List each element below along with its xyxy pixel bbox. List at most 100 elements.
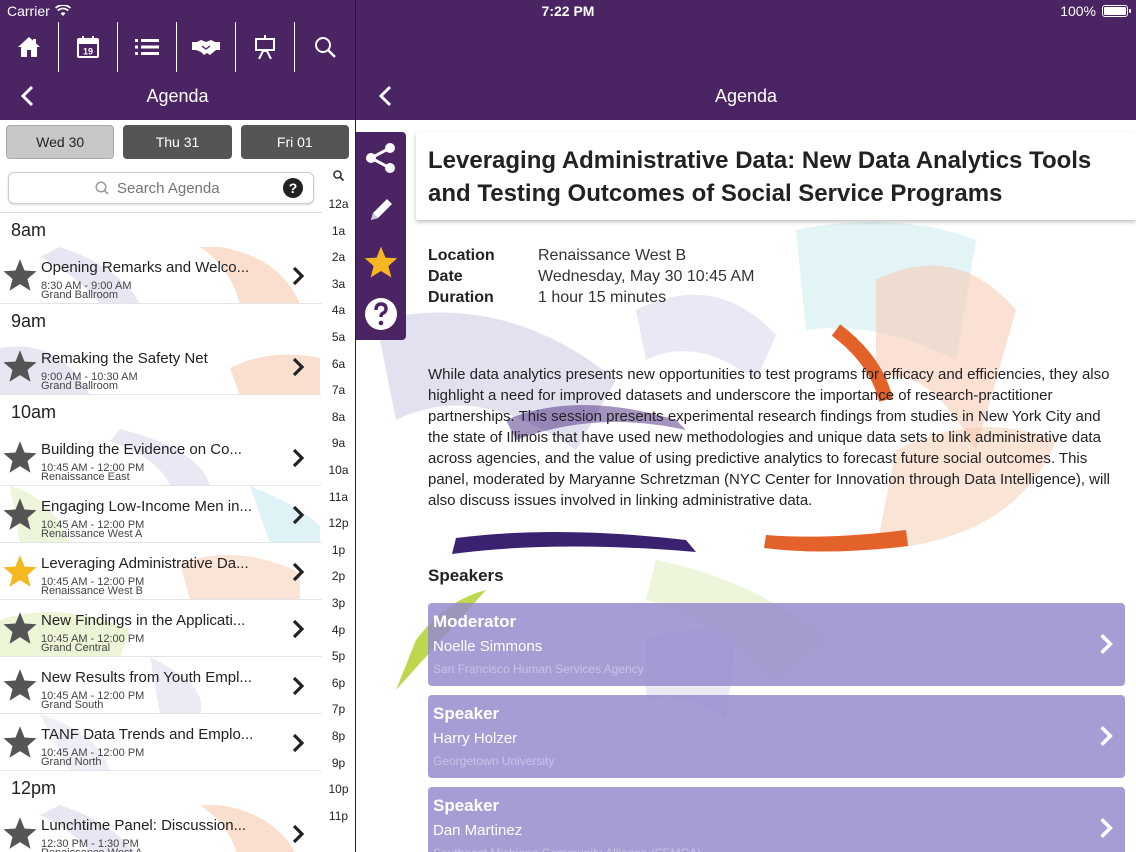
- time-index-item[interactable]: 7p: [322, 702, 355, 716]
- time-index-item[interactable]: 8p: [322, 729, 355, 743]
- session-row[interactable]: Engaging Low-Income Men in... 10:45 AM - …: [0, 486, 322, 543]
- favorite-button[interactable]: [356, 236, 406, 288]
- session-title: Opening Remarks and Welco...: [41, 259, 250, 276]
- session-title: Lunchtime Panel: Discussion...: [41, 817, 247, 834]
- agenda-list[interactable]: 8am Opening Remarks and Welco... 8:30 AM -…: [0, 212, 322, 852]
- handshake-icon: [192, 40, 220, 55]
- session-row[interactable]: Leveraging Administrative Da... 10:45 AM …: [0, 543, 322, 600]
- time-index-item[interactable]: 8a: [322, 410, 355, 424]
- speaker-card[interactable]: Speaker Dan Martinez Southeast Michigan Co…: [428, 787, 1125, 852]
- session-row[interactable]: New Findings in the Applicati... 10:45 AM…: [0, 600, 322, 657]
- session-row[interactable]: New Results from Youth Empl... 10:45 AM -…: [0, 657, 322, 714]
- star-icon[interactable]: [2, 496, 38, 532]
- star-icon[interactable]: [2, 348, 38, 384]
- session-row[interactable]: TANF Data Trends and Emplo... 10:45 AM - …: [0, 714, 322, 771]
- hour-header: 8am: [0, 213, 322, 247]
- time-index-item[interactable]: 1a: [322, 224, 355, 238]
- day-tab[interactable]: Fri 01: [240, 125, 349, 159]
- session-room: Grand Ballroom: [41, 289, 119, 301]
- help-button[interactable]: [356, 288, 406, 340]
- session-row[interactable]: Remaking the Safety Net 9:00 AM - 10:30 A…: [0, 338, 322, 395]
- edit-note-button[interactable]: [356, 184, 406, 236]
- star-icon[interactable]: [2, 439, 38, 475]
- time-index-item[interactable]: 5a: [322, 330, 355, 344]
- session-room: Grand Central: [41, 642, 111, 654]
- home-button[interactable]: [0, 22, 59, 72]
- time-index-item[interactable]: 3a: [322, 277, 355, 291]
- search-input[interactable]: [117, 178, 277, 198]
- time-index-item[interactable]: 4a: [322, 303, 355, 317]
- day-tabs: Wed 30 Thu 31 Fri 01: [0, 120, 355, 164]
- chevron-right-icon: [1100, 817, 1113, 839]
- session-title: Leveraging Administrative Data: New Data…: [428, 147, 1092, 207]
- chevron-right-icon: [292, 266, 305, 286]
- star-icon[interactable]: [2, 610, 38, 646]
- star-icon[interactable]: [2, 815, 38, 851]
- time-index-item[interactable]: 1p: [322, 543, 355, 557]
- time-index-item[interactable]: 11a: [322, 490, 355, 504]
- star-icon[interactable]: [2, 724, 38, 760]
- star-icon[interactable]: [2, 553, 38, 589]
- presentations-button[interactable]: [236, 22, 295, 72]
- date-value: Wednesday, May 30 10:45 AM: [538, 268, 755, 285]
- chevron-right-icon: [292, 733, 305, 753]
- time-index-item[interactable]: 11p: [322, 809, 355, 823]
- session-title: TANF Data Trends and Emplo...: [41, 726, 254, 743]
- time-index-item[interactable]: 4p: [322, 623, 355, 637]
- pencil-icon: [371, 199, 392, 220]
- time-index-item[interactable]: 12p: [322, 516, 355, 530]
- session-title-card: Leveraging Administrative Data: New Data…: [416, 132, 1136, 220]
- star-icon[interactable]: [2, 257, 38, 293]
- time-index-item[interactable]: 10p: [322, 782, 355, 796]
- battery-percent: 100%: [1060, 3, 1096, 19]
- session-row[interactable]: Lunchtime Panel: Discussion... 12:30 PM -…: [0, 805, 322, 852]
- speaker-org: Southeast Michigan Community Alliance (S…: [433, 846, 701, 852]
- time-index-item[interactable]: 6a: [322, 357, 355, 371]
- time-index-item[interactable]: 9p: [322, 756, 355, 770]
- session-description: While data analytics presents new opport…: [428, 366, 1111, 509]
- time-index-item[interactable]: 10a: [322, 463, 355, 477]
- sponsors-button[interactable]: [177, 22, 236, 72]
- time-index-item[interactable]: 9a: [322, 436, 355, 450]
- help-button[interactable]: ?: [283, 178, 303, 198]
- list-button[interactable]: [118, 22, 177, 72]
- session-room: Grand Ballroom: [41, 380, 119, 392]
- share-icon: [366, 143, 395, 173]
- share-button[interactable]: [356, 132, 406, 184]
- location-label: Location: [428, 247, 495, 264]
- left-pane: 19 Agenda Wed 30Thu 31Fri 01 ?: [0, 0, 355, 852]
- session-row[interactable]: Opening Remarks and Welco... 8:30 AM - 9:…: [0, 247, 322, 304]
- speaker-card[interactable]: Speaker Harry Holzer Georgetown University: [428, 695, 1125, 778]
- back-chevron-icon[interactable]: [16, 84, 40, 108]
- day-tab[interactable]: Wed 30: [6, 125, 115, 159]
- time-index-bar[interactable]: 12a 1a 2a 3a 4a 5a 6a 7a 8a 9a 10a 11a 12p 1p 2p 3p 4p 5p…: [322, 164, 355, 852]
- chevron-right-icon: [292, 824, 305, 844]
- location-value: Renaissance West B: [538, 247, 687, 264]
- speaker-card[interactable]: Moderator Noelle Simmons San Francisco Hum…: [428, 603, 1125, 686]
- time-index-item[interactable]: 12a: [322, 197, 355, 211]
- speaker-name: Noelle Simmons: [433, 638, 543, 655]
- session-title: Leveraging Administrative Da...: [41, 555, 249, 572]
- calendar-button[interactable]: 19: [59, 22, 118, 72]
- search-icon: [314, 37, 336, 58]
- time-index-item[interactable]: 6p: [322, 676, 355, 690]
- location-row: Location Renaissance West B: [428, 247, 754, 268]
- search-button[interactable]: [295, 22, 354, 72]
- time-index-item[interactable]: 2a: [322, 250, 355, 264]
- session-meta: Location Renaissance West B Date Wednesd…: [428, 247, 754, 310]
- time-index-item[interactable]: 2p: [322, 569, 355, 583]
- star-icon[interactable]: [2, 667, 38, 703]
- index-search-icon[interactable]: [333, 170, 344, 181]
- search-box[interactable]: ?: [8, 172, 314, 204]
- session-title: Building the Evidence on Co...: [41, 441, 242, 458]
- hour-header: 10am: [0, 395, 322, 429]
- time-index-item[interactable]: 5p: [322, 649, 355, 663]
- chevron-right-icon: [292, 505, 305, 525]
- session-row[interactable]: Building the Evidence on Co... 10:45 AM -…: [0, 429, 322, 486]
- help-icon: [365, 298, 397, 330]
- back-chevron-icon[interactable]: [374, 84, 398, 108]
- time-index-item[interactable]: 7a: [322, 383, 355, 397]
- speaker-org: Georgetown University: [433, 754, 555, 768]
- day-tab[interactable]: Thu 31: [123, 125, 232, 159]
- time-index-item[interactable]: 3p: [322, 596, 355, 610]
